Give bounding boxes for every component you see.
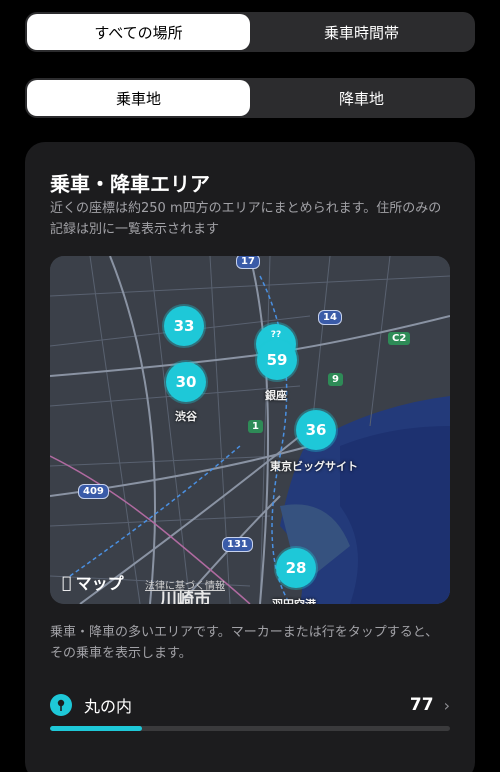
card-description: 近くの座標は約250 m四方のエリアにまとめられます。住所のみの記録は別に一覧表…: [50, 201, 442, 237]
area-share-bar: [50, 726, 450, 731]
apple-maps-attribution:  マップ: [62, 570, 124, 594]
map-cluster-59[interactable]: 59: [257, 340, 297, 380]
scope-segmented-control[interactable]: すべての場所 乗車時間帯: [25, 12, 475, 52]
map-pin-icon: [50, 694, 72, 716]
map-cluster-30[interactable]: 30: [166, 362, 206, 402]
map-label-kawasaki: 川崎市: [160, 590, 211, 604]
segment-ride-time[interactable]: 乗車時間帯: [250, 14, 473, 50]
segment-pickup[interactable]: 乗車地: [27, 80, 250, 116]
map-view[interactable]: 17 14 C2 9 1 409 131 33 30 渋谷 ?? 59 銀座 3…: [50, 256, 450, 604]
road-shield-c2: C2: [388, 332, 411, 345]
area-row-marunouchi[interactable]: 丸の内 77 ›: [50, 690, 450, 720]
map-label-big-sight: 東京ビッグサイト: [270, 460, 358, 473]
map-label-haneda: 羽田空港: [272, 596, 316, 604]
areas-note: 乗車・降車の多いエリアです。マーカーまたは行をタップすると、その乗車を表示します…: [50, 625, 439, 661]
road-shield-131: 131: [222, 537, 253, 552]
card-title: 乗車・降車エリア: [50, 172, 210, 196]
area-name: 丸の内: [84, 697, 133, 716]
area-share-fill: [50, 726, 142, 731]
road-shield-14: 14: [318, 310, 342, 325]
map-cluster-33[interactable]: 33: [164, 306, 204, 346]
road-shield-17: 17: [236, 256, 260, 269]
maps-brand-label: マップ: [66, 574, 124, 593]
chevron-right-icon: ›: [443, 695, 450, 715]
road-shield-1: 1: [248, 420, 263, 433]
areas-card: 乗車・降車エリア 近くの座標は約250 m四方のエリアにまとめられます。住所のみ…: [25, 142, 475, 772]
map-cluster-36[interactable]: 36: [296, 410, 336, 450]
map-cluster-28[interactable]: 28: [276, 548, 316, 588]
apple-logo-icon: : [62, 573, 72, 592]
segment-dropoff[interactable]: 降車地: [250, 80, 473, 116]
location-type-segmented-control[interactable]: 乗車地 降車地: [25, 78, 475, 118]
road-shield-9: 9: [328, 373, 343, 386]
road-shield-409: 409: [78, 484, 109, 499]
map-label-ginza: 銀座: [265, 389, 287, 402]
map-label-shibuya: 渋谷: [175, 410, 197, 423]
area-count: 77: [409, 695, 434, 715]
segment-all-places[interactable]: すべての場所: [27, 14, 250, 50]
